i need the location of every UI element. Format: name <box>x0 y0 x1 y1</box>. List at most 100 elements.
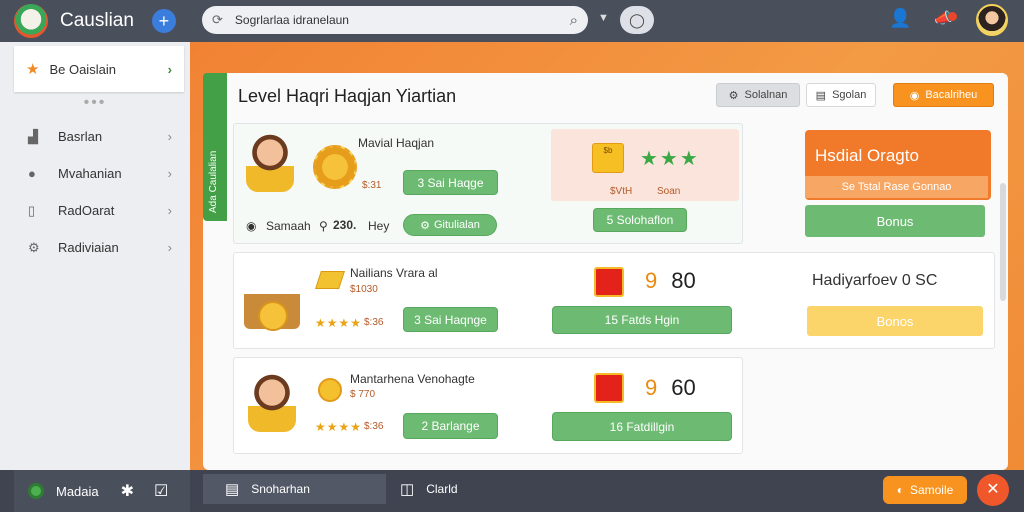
sidebar-item-2[interactable]: ● Mvahanian › <box>0 155 190 192</box>
page-title: Level Haqri Haqjan Yiartian <box>238 86 457 106</box>
puzzle-icon[interactable]: ✱ <box>121 481 134 501</box>
app-logo-icon <box>14 4 48 38</box>
sidebar-item-active[interactable]: ★ Be Oaislain › <box>14 46 184 92</box>
chat-icon: ◐ <box>896 483 904 497</box>
row-action-button[interactable]: 2 Barlange <box>403 413 498 439</box>
clipboard-icon: ▤ <box>815 89 827 102</box>
checklist-icon[interactable]: ☑ <box>154 481 168 501</box>
chevron-right-icon: › <box>167 166 172 181</box>
rating-stars: ★★★★ <box>315 316 363 330</box>
promo-strip: Se Tstal Rase Gonnao <box>805 176 988 198</box>
bottom-name: Samaah <box>266 219 311 233</box>
row-action-button[interactable]: 3 Sai Haqnge <box>403 307 498 332</box>
chevron-right-icon: › <box>167 129 172 144</box>
refresh-icon: ⟳ <box>212 12 223 27</box>
header-button-3-label: Bacalriheu <box>925 89 978 101</box>
search-options-button[interactable]: ◯ <box>620 6 654 34</box>
row-count: 9 60 <box>645 375 696 401</box>
sidebar-item-3[interactable]: ▯ RadOarat › <box>0 192 190 229</box>
row-count-secondary: 60 <box>671 375 696 400</box>
gitulialan-label: Gitulialan <box>434 219 480 231</box>
status-icon <box>28 483 44 499</box>
item-price: $:31 <box>362 180 382 191</box>
star-icon: ★ <box>26 61 40 78</box>
coin-icon <box>318 378 342 402</box>
app-title: Causlian <box>60 10 134 31</box>
document-icon: ▤ <box>225 481 240 498</box>
bonus-button-secondary[interactable]: Bonos <box>807 306 983 336</box>
app-brand[interactable]: Causlian + <box>0 4 190 38</box>
header-button-1-label: Solalnan <box>744 89 788 101</box>
bottom-tab-2[interactable]: ◫ Clarld <box>400 474 520 504</box>
gitulialan-button[interactable]: ⚙ Gitulialan <box>403 214 497 236</box>
scrollbar[interactable] <box>1000 183 1006 301</box>
promo-title: Hsdial Oragto <box>815 146 919 165</box>
gift-icon <box>594 267 624 297</box>
bottom-left-label[interactable]: Madaia <box>56 484 99 499</box>
row-count-main: 9 <box>645 375 658 400</box>
basket-icon <box>244 279 300 331</box>
item-price: $1030 <box>350 284 378 295</box>
header-button-3[interactable]: ◉ Bacalriheu <box>893 83 994 107</box>
item-name: Mavial Haqjan <box>358 136 435 150</box>
user-icon: ● <box>28 166 36 181</box>
bottom-tab-2-label: Clarld <box>426 482 458 496</box>
stars-price: $:36 <box>364 317 384 328</box>
row-title: Hadiyarfoev 0 SC <box>812 272 938 289</box>
chart-icon: ▟ <box>28 128 38 144</box>
stars-price: $:36 <box>364 421 384 432</box>
ticket-label: $b <box>603 146 613 155</box>
item-name: Nailians Vrara al <box>350 266 438 280</box>
rating-stars: ★★★ <box>640 148 700 170</box>
search-input[interactable]: Sogrlarlaa idranelaun <box>235 13 349 27</box>
row-count: 9 80 <box>645 268 696 294</box>
coin-icon: ◉ <box>909 89 920 102</box>
notification-badge <box>948 12 957 21</box>
item-name: Mantarhena Venohagte <box>350 372 475 386</box>
bonus-button[interactable]: Bonus <box>805 205 985 237</box>
reward-caption-right: Soan <box>657 186 681 197</box>
sidebar-item-4[interactable]: ⚙ Radiviaian › <box>0 229 190 266</box>
header-button-2[interactable]: ▤ Sgolan <box>806 83 876 107</box>
bottom-tab-1-label: Snoharhan <box>251 482 310 496</box>
row-action-button[interactable]: 3 Sai Haqge <box>403 170 498 195</box>
bottom-tab-1[interactable]: ▤ Snoharhan <box>203 474 386 504</box>
character-image <box>248 374 296 432</box>
vertical-tab-label: Ada Caulalian <box>208 150 219 213</box>
settings-icon: ⚙ <box>728 89 739 102</box>
drag-handle[interactable]: ••• <box>0 94 190 112</box>
rating-stars: ★★★★ <box>315 420 363 434</box>
samoile-label: Samoile <box>909 483 954 497</box>
sidebar: ★ Be Oaislain › ••• ▟ Basrlan › ● Mvahan… <box>0 42 190 470</box>
close-icon[interactable]: ✕ <box>977 474 1009 506</box>
bottom-bar: Madaia ✱ ☑ ▤ Snoharhan ◫ Clarld <box>0 470 1024 512</box>
user-icon[interactable]: 👤 <box>889 8 911 29</box>
vertical-tab[interactable]: Ada Caulalian <box>203 73 227 221</box>
row-count-main: 9 <box>645 268 658 293</box>
key-icon: ⚲ <box>319 219 328 233</box>
wide-action-button[interactable]: 15 Fatds Hgin <box>552 306 732 334</box>
sidebar-item-label: Basrlan <box>58 129 103 144</box>
sidebar-item-label: RadOarat <box>58 203 115 218</box>
sidebar-item-1[interactable]: ▟ Basrlan › <box>0 118 190 155</box>
sidebar-item-label: Radiviaian <box>58 240 119 255</box>
samoile-button[interactable]: ◐ Samoile <box>883 476 967 504</box>
bottom-value: 230. <box>333 218 357 232</box>
reward-action-button[interactable]: 5 Solohaflon <box>593 208 687 232</box>
search-icon[interactable]: ⌕ <box>570 12 578 29</box>
chevron-down-icon[interactable]: ▼ <box>598 12 609 24</box>
bottom-left-group: Madaia ✱ ☑ <box>14 470 190 512</box>
item-price: $ 770 <box>350 389 376 400</box>
ticket-icon: $b <box>592 143 624 173</box>
avatar[interactable] <box>976 4 1008 36</box>
character-image <box>246 134 294 192</box>
add-button[interactable]: + <box>151 9 176 33</box>
chevron-right-icon: › <box>167 61 172 77</box>
bottom-unit: Hey <box>368 219 390 233</box>
sidebar-item-label: Mvahanian <box>58 166 122 181</box>
wide-action-button[interactable]: 16 Fatdillgin <box>552 412 732 441</box>
header-button-1[interactable]: ⚙ Solalnan <box>716 83 800 107</box>
gear-icon: ⚙ <box>420 219 430 232</box>
tablet-icon: ▯ <box>28 202 36 218</box>
search-bar[interactable]: ⟳ Sogrlarlaa idranelaun ⌕ <box>202 6 588 34</box>
